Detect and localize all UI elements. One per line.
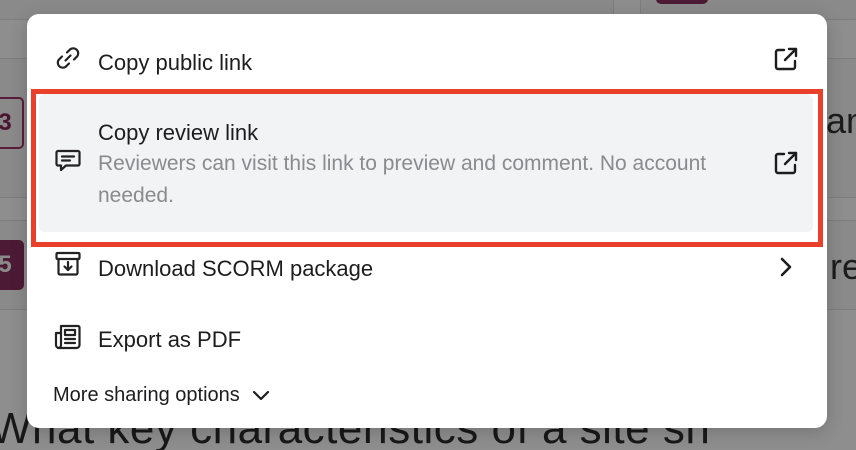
copy-public-link-label: Copy public link bbox=[98, 50, 253, 75]
more-sharing-options-button[interactable]: More sharing options bbox=[53, 380, 272, 410]
background-badge: 3 bbox=[0, 97, 24, 149]
newspaper-icon bbox=[52, 321, 84, 353]
background-badge: 5 bbox=[0, 240, 24, 290]
link-icon bbox=[52, 42, 84, 74]
copy-public-link-item[interactable]: Copy public link bbox=[27, 40, 827, 98]
copy-review-link-description: Reviewers can visit this link to preview… bbox=[98, 152, 707, 207]
badge-number: 5 bbox=[0, 251, 12, 278]
chevron-right-icon bbox=[771, 252, 801, 282]
share-menu: Copy public link Copy review link Review… bbox=[27, 14, 827, 428]
more-sharing-options-label: More sharing options bbox=[53, 383, 240, 406]
download-scorm-label: Download SCORM package bbox=[98, 256, 374, 281]
archive-download-icon bbox=[52, 248, 84, 280]
copy-review-link-item[interactable]: Copy review link Reviewers can visit thi… bbox=[39, 94, 813, 232]
export-pdf-label: Export as PDF bbox=[98, 327, 242, 352]
copy-review-link-label: Copy review link bbox=[98, 120, 259, 145]
background-badge bbox=[656, 0, 708, 4]
background-text: an bbox=[826, 100, 856, 141]
comment-icon bbox=[52, 144, 84, 176]
download-scorm-item[interactable]: Download SCORM package bbox=[27, 248, 827, 288]
external-link-icon[interactable] bbox=[771, 148, 801, 178]
badge-number: 3 bbox=[0, 109, 12, 136]
external-link-icon[interactable] bbox=[771, 44, 801, 74]
export-pdf-item[interactable]: Export as PDF bbox=[27, 319, 827, 359]
chevron-down-icon bbox=[250, 384, 272, 406]
background-text: re bbox=[830, 246, 856, 287]
